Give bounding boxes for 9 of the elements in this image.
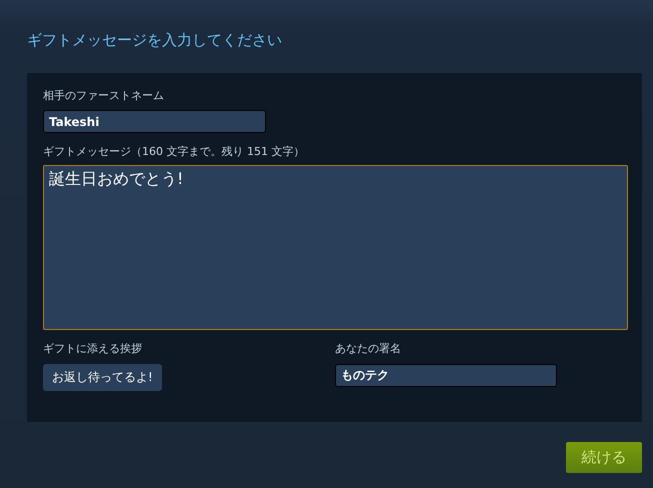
field-label: ギフトメッセージ（160 文字まで。残り 151 文字） (43, 145, 306, 159)
first-name-field[interactable]: Takeshi (43, 110, 266, 133)
field-label: ギフトに添える挨拶 (43, 342, 143, 356)
field-label: あなたの署名 (335, 342, 402, 356)
message-field[interactable]: 誕生日おめでとう! (43, 165, 628, 330)
signature-field[interactable]: ものテク (335, 364, 557, 387)
field-label: 相手のファーストネーム (43, 89, 165, 103)
greeting-button[interactable]: お返し待ってるよ! (43, 364, 162, 391)
page-title: ギフトメッセージを入力してください (27, 30, 283, 51)
